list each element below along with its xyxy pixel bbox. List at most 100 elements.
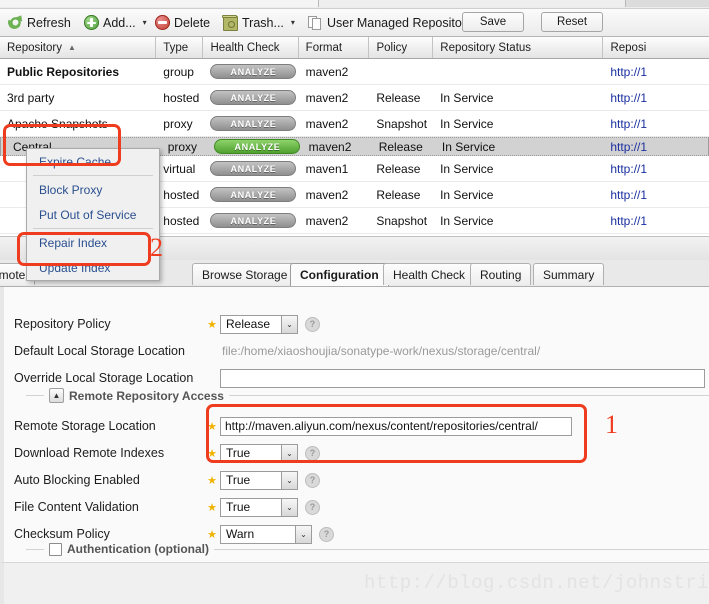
watermark-text: http://blog.csdn.net/johnstrive xyxy=(364,572,709,594)
cell-format: maven2 xyxy=(305,90,349,105)
cell-status: In Service xyxy=(440,213,494,228)
select-file-content-validation-value: True xyxy=(226,500,251,514)
tab-routing[interactable]: Routing xyxy=(470,263,532,285)
select-auto-blocking-enabled-value: True xyxy=(226,473,251,487)
top-strip-segment-2 xyxy=(319,0,626,7)
chevron-down-icon[interactable]: ▾ xyxy=(143,18,147,27)
tab-configuration[interactable]: Configuration xyxy=(290,263,389,286)
delete-button[interactable]: Delete xyxy=(153,13,212,32)
top-strip-segment-1 xyxy=(0,0,319,7)
fieldset-authentication: Authentication (optional) xyxy=(26,542,709,562)
column-header-health-check[interactable]: Health Check xyxy=(203,37,299,58)
trash-button-label: Trash... xyxy=(242,15,284,30)
trash-icon xyxy=(222,14,238,31)
add-icon xyxy=(84,15,99,30)
menu-separator xyxy=(33,175,153,176)
cell-health-check: ANALYZE xyxy=(203,156,298,181)
column-header-policy[interactable]: Policy xyxy=(369,37,434,58)
analyze-button[interactable]: ANALYZE xyxy=(210,213,297,228)
cell-repository-path[interactable]: http://1 xyxy=(603,85,709,110)
tab-summary[interactable]: Summary xyxy=(533,263,605,285)
column-header-repository-status[interactable]: Repository Status xyxy=(433,37,604,58)
chevron-down-icon[interactable]: ▾ xyxy=(291,18,295,27)
cell-format: maven2 xyxy=(305,213,349,228)
sort-ascending-icon: ▲ xyxy=(67,43,76,52)
delete-button-label: Delete xyxy=(174,15,211,30)
cell-format: maven1 xyxy=(305,161,349,176)
analyze-button[interactable]: ANALYZE xyxy=(210,64,297,79)
required-star-icon: ★ xyxy=(207,318,217,331)
label-file-content-validation: File Content Validation xyxy=(14,500,139,514)
column-header-format[interactable]: Format xyxy=(299,37,370,58)
cell-health-check: ANALYZE xyxy=(203,59,298,84)
menu-item-expire-cache[interactable]: Expire Cache xyxy=(27,149,159,174)
save-button[interactable]: Save xyxy=(462,12,524,32)
select-download-remote-indexes[interactable]: True ⌄ xyxy=(220,443,298,463)
add-button[interactable]: Add... ▾ xyxy=(82,13,149,32)
cell-repository-path[interactable]: http://1 xyxy=(603,134,708,159)
reset-button[interactable]: Reset xyxy=(541,12,603,32)
select-repository-policy[interactable]: Release ⌄ xyxy=(220,314,298,334)
select-checksum-policy[interactable]: Warn ⌄ xyxy=(220,524,312,544)
legend-remote-repository-access: ▲ Remote Repository Access xyxy=(44,388,229,403)
collapse-toggle-icon[interactable]: ▲ xyxy=(49,388,64,403)
cell-health-check: ANALYZE xyxy=(203,208,298,233)
cell-status xyxy=(433,59,603,84)
column-header-repository[interactable]: Repository ▲ xyxy=(0,37,157,58)
chevron-down-icon[interactable]: ⌄ xyxy=(281,315,297,333)
label-auto-blocking-enabled: Auto Blocking Enabled xyxy=(14,473,140,487)
table-row[interactable]: Public Repositories group ANALYZE maven2… xyxy=(0,59,709,85)
column-header-repository-path[interactable]: Reposi xyxy=(603,37,709,58)
analyze-button[interactable]: ANALYZE xyxy=(210,90,297,105)
input-override-local-storage-location[interactable] xyxy=(220,368,705,388)
pages-icon xyxy=(308,15,323,30)
label-repository-policy: Repository Policy xyxy=(14,317,111,331)
help-icon[interactable]: ? xyxy=(305,499,320,515)
menu-item-put-out-of-service[interactable]: Put Out of Service xyxy=(27,202,159,227)
menu-item-repair-index[interactable]: Repair Index xyxy=(27,230,159,255)
chevron-down-icon[interactable]: ⌄ xyxy=(281,471,297,489)
cell-repository-path[interactable]: http://1 xyxy=(603,111,709,136)
cell-status: In Service xyxy=(440,187,494,202)
chevron-down-icon[interactable]: ⌄ xyxy=(295,525,311,543)
legend-authentication-label: Authentication (optional) xyxy=(67,542,209,556)
select-auto-blocking-enabled[interactable]: True ⌄ xyxy=(220,470,298,490)
delete-icon xyxy=(155,15,170,30)
configuration-form: Repository Policy ★ Release ⌄ ? Default … xyxy=(0,287,709,562)
field-file-content-validation: File Content Validation ★ True ⌄ ? xyxy=(4,494,320,520)
cell-status: In Service xyxy=(440,161,494,176)
help-icon[interactable]: ? xyxy=(305,316,320,332)
analyze-button[interactable]: ANALYZE xyxy=(214,139,301,154)
column-header-type[interactable]: Type xyxy=(156,37,204,58)
help-icon[interactable]: ? xyxy=(305,445,320,461)
cell-policy: Release xyxy=(376,187,421,202)
chevron-down-icon[interactable]: ⌄ xyxy=(281,498,297,516)
legend-remote-repository-access-label: Remote Repository Access xyxy=(69,388,224,403)
label-default-local-storage-location: Default Local Storage Location xyxy=(14,344,185,358)
menu-item-block-proxy[interactable]: Block Proxy xyxy=(27,177,159,202)
cell-repository-path[interactable]: http://1 xyxy=(603,182,709,207)
authentication-checkbox[interactable] xyxy=(49,542,62,556)
field-auto-blocking-enabled: Auto Blocking Enabled ★ True ⌄ ? xyxy=(4,467,320,493)
input-remote-storage-location[interactable]: http://maven.aliyun.com/nexus/content/re… xyxy=(220,416,572,436)
trash-button[interactable]: Trash... ▾ xyxy=(221,13,297,32)
menu-item-update-index[interactable]: Update Index xyxy=(27,255,159,280)
tab-browse-storage[interactable]: Browse Storage xyxy=(192,263,298,285)
help-icon[interactable]: ? xyxy=(319,526,334,542)
analyze-button[interactable]: ANALYZE xyxy=(210,187,297,202)
tab-health-check[interactable]: Health Check xyxy=(383,263,476,285)
repository-context-menu: Expire Cache Block Proxy Put Out of Serv… xyxy=(26,148,160,281)
select-download-remote-indexes-value: True xyxy=(226,446,251,460)
analyze-button[interactable]: ANALYZE xyxy=(210,116,297,131)
cell-repository-path[interactable]: http://1 xyxy=(603,59,709,84)
chevron-down-icon[interactable]: ⌄ xyxy=(281,444,297,462)
analyze-button[interactable]: ANALYZE xyxy=(210,161,297,176)
required-star-icon: ★ xyxy=(207,474,217,487)
help-icon[interactable]: ? xyxy=(305,472,320,488)
cell-repository-path[interactable]: http://1 xyxy=(603,156,709,181)
table-row[interactable]: 3rd party hosted ANALYZE maven2 Release … xyxy=(0,85,709,111)
select-file-content-validation[interactable]: True ⌄ xyxy=(220,497,298,517)
refresh-button[interactable]: Refresh xyxy=(6,13,73,32)
label-checksum-policy: Checksum Policy xyxy=(14,527,110,541)
cell-repository-path[interactable]: http://1 xyxy=(603,208,709,233)
